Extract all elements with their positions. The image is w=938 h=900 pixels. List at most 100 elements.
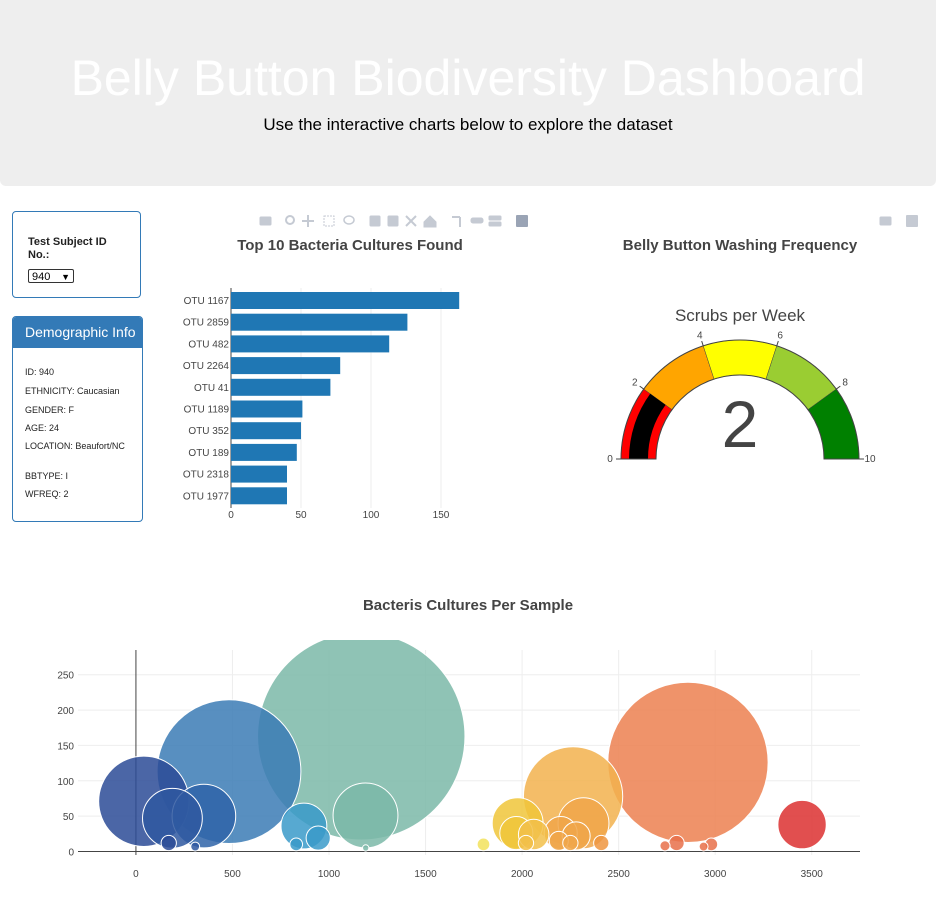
gauge-value: 2 [722,387,759,461]
gauge-chart-title: Belly Button Washing Frequency [622,237,858,254]
subject-id-value: 940 [32,271,51,283]
bar-category-label: OTU 2318 [183,470,230,481]
bar-x-tick-label: 0 [228,510,234,521]
bar-chart-title: Top 10 Bacteria Cultures Found [237,237,463,254]
gauge-tick-label: 4 [697,330,703,341]
demographic-item-location: LOCATION: Beaufort/NC [25,441,125,451]
chevron-down-icon: ▼ [61,272,70,282]
bubble-y-tick-label: 0 [68,847,74,858]
camera-icon[interactable] [879,216,892,226]
bar-mark [231,292,460,309]
bar-chart-modebar[interactable] [258,213,533,229]
gauge-tick [776,340,779,346]
bubble-y-tick-label: 250 [57,671,74,682]
gauge-chart[interactable]: 0 2 4 6 8 10 Scrubs per Week 2 [590,295,900,475]
bar-category-label: OTU 2859 [183,318,230,329]
bar-category-label: OTU 41 [194,383,229,394]
demographic-item-bbtype: BBTYPE: I [25,471,69,481]
gauge-tick-label: 0 [607,454,613,465]
gauge-step [702,339,778,380]
bar-x-tick-label: 150 [433,510,450,521]
demographic-item-id: ID: 940 [25,367,55,377]
bubble-mark [160,834,177,852]
pan-icon[interactable] [302,215,314,227]
bar-chart[interactable]: OTU 1167 OTU 2859 OTU 482 OTU 2264 OTU 41 OTU… [165,280,475,525]
demographic-heading: Demographic Info [13,317,142,348]
page-title: Belly Button Biodiversity Dashboard [70,50,866,106]
bubble-x-tick-label: 3000 [704,869,727,880]
demographic-item-gender: GENDER: F [25,405,75,415]
bar-category-label: OTU 2264 [183,361,230,372]
gauge-tick [701,340,704,346]
bubble-x-tick-label: 1500 [414,869,437,880]
spike-lines-icon[interactable] [452,216,461,227]
bubble-y-tick-label: 200 [57,706,74,717]
gauge-subtitle: Scrubs per Week [675,306,806,325]
bubble-x-tick-label: 2500 [608,869,631,880]
bubble-mark [476,837,491,852]
bubble-mark [659,840,671,852]
camera-icon[interactable] [259,216,272,226]
bar-mark [231,400,303,418]
bubble-mark [517,834,535,852]
bubble-mark [305,825,331,851]
zoom-out-icon[interactable] [387,215,399,227]
bar-category-label: OTU 189 [188,448,229,459]
bar-category-label: OTU 1189 [184,405,230,416]
bar-category-label: OTU 352 [188,426,229,437]
autoscale-icon[interactable] [405,215,417,227]
gauge-tick-label: 8 [842,378,848,389]
bubble-mark [698,841,709,852]
bubble-y-tick-label: 50 [63,812,75,823]
bubble-x-tick-label: 500 [224,869,241,880]
bubble-mark [190,841,201,852]
bubble-x-tick-label: 3500 [801,869,824,880]
hover-closest-icon[interactable] [470,217,484,224]
bar-mark [231,443,297,461]
subject-id-label: Test Subject ID No.: [28,236,107,261]
plotly-logo-icon[interactable] [906,215,918,227]
bar-mark [231,335,390,353]
gauge-tick-label: 10 [864,454,876,465]
bubble-x-tick-label: 2000 [511,869,534,880]
demographic-item-ethnicity: ETHNICITY: Caucasian [25,386,120,396]
bar-mark [231,422,301,440]
gauge-modebar[interactable] [878,213,923,229]
gauge-tick [835,385,841,390]
bubble-mark [593,834,610,852]
bar-mark [231,357,341,375]
demographic-item-age: AGE: 24 [25,423,60,433]
box-select-icon[interactable] [323,215,335,227]
bar-mark [231,313,408,331]
bar-mark [231,487,287,505]
bar-category-label: OTU 1167 [184,296,230,307]
bubble-mark [362,844,370,852]
subject-selector-panel: Test Subject ID No.: 940 ▼ [12,211,141,298]
plotly-logo-icon[interactable] [516,215,528,227]
gauge-tick-label: 6 [777,330,783,341]
lasso-icon[interactable] [343,215,355,225]
gauge-tick [639,385,645,390]
bar-x-tick-label: 50 [295,510,307,521]
bubble-y-tick-label: 150 [57,741,74,752]
bubble-x-tick-label: 0 [133,869,139,880]
bubble-y-tick-label: 100 [57,777,74,788]
reset-axes-icon[interactable] [423,215,437,228]
bubble-mark [607,681,769,844]
bubble-x-tick-label: 1000 [318,869,341,880]
bubble-mark [289,837,304,852]
demographic-panel: Demographic Info ID: 940 ETHNICITY: Cauc… [12,316,143,522]
bar-category-label: OTU 1977 [183,491,230,502]
subject-id-select[interactable]: 940 ▼ [28,269,74,283]
gauge-tick-label: 2 [632,378,638,389]
header-jumbotron: Belly Button Biodiversity Dashboard Use … [0,0,936,186]
hover-compare-icon[interactable] [488,215,502,221]
bubble-chart-title: Bacteris Cultures Per Sample [362,597,574,614]
page-subtitle: Use the interactive charts below to expl… [263,115,673,134]
zoom-in-icon[interactable] [369,215,381,227]
bar-x-tick-label: 100 [363,510,380,521]
zoom-icon[interactable] [285,215,295,225]
bar-category-label: OTU 482 [188,339,229,350]
bar-mark [231,465,287,483]
bubble-chart[interactable]: 0501001502002500 500 1000 1500 2000 2500 3000 3… [0,640,938,900]
